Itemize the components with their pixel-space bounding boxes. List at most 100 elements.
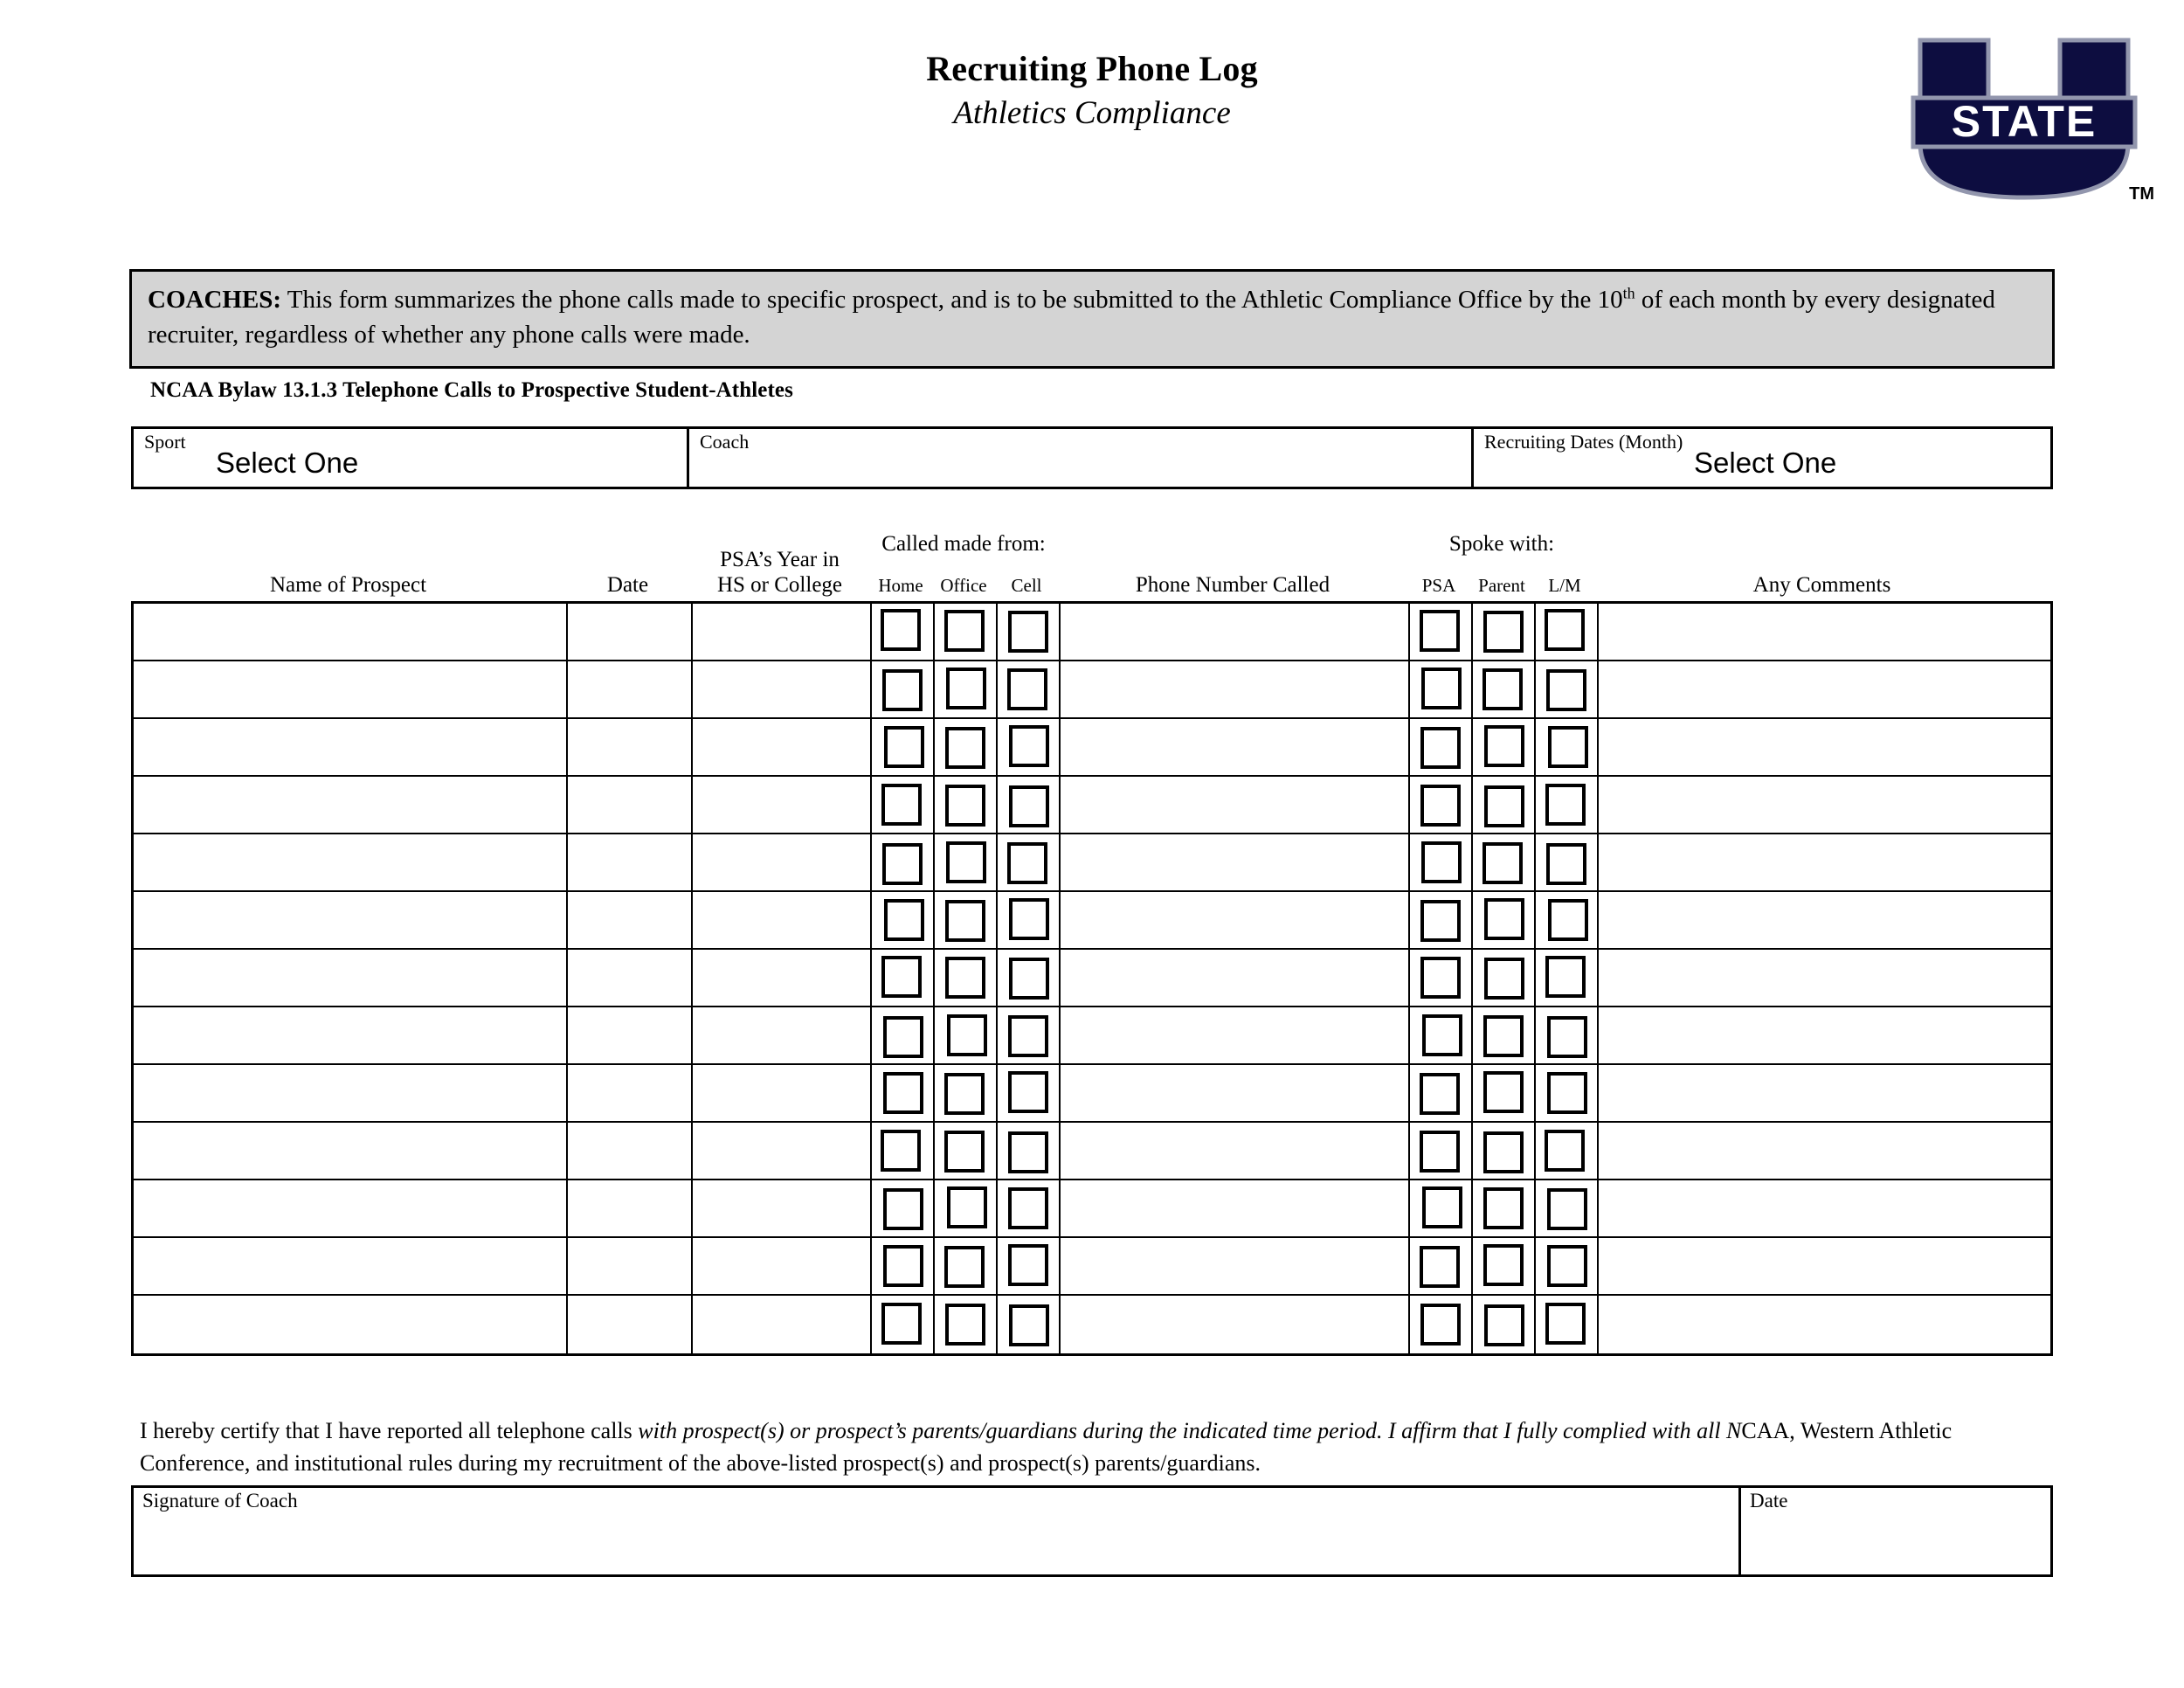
checkbox-home[interactable] bbox=[872, 834, 935, 890]
checkbox-parent-box[interactable] bbox=[1484, 898, 1525, 940]
checkbox-lm-box[interactable] bbox=[1545, 1130, 1585, 1172]
cell-psa-year[interactable] bbox=[693, 777, 872, 833]
cell-date[interactable] bbox=[568, 1296, 693, 1353]
signature-of-coach-field[interactable]: Signature of Coach bbox=[134, 1488, 1741, 1574]
checkbox-psa[interactable] bbox=[1410, 604, 1473, 660]
cell-date[interactable] bbox=[568, 1180, 693, 1236]
sport-select-value[interactable]: Select One bbox=[216, 448, 358, 477]
checkbox-cell-box[interactable] bbox=[1009, 898, 1050, 940]
cell-date[interactable] bbox=[568, 719, 693, 775]
cell-date[interactable] bbox=[568, 1238, 693, 1294]
checkbox-lm-box[interactable] bbox=[1546, 1187, 1587, 1230]
checkbox-home-box[interactable] bbox=[882, 1072, 923, 1114]
checkbox-lm[interactable] bbox=[1536, 1238, 1599, 1294]
checkbox-home[interactable] bbox=[872, 950, 935, 1006]
recruiting-dates-field[interactable]: Recruiting Dates (Month) Select One bbox=[1474, 429, 2050, 487]
checkbox-parent-box[interactable] bbox=[1482, 1186, 1524, 1229]
cell-any-comments[interactable] bbox=[1599, 892, 2050, 948]
checkbox-psa[interactable] bbox=[1410, 950, 1473, 1006]
checkbox-cell-box[interactable] bbox=[1007, 1071, 1048, 1113]
checkbox-psa-box[interactable] bbox=[1420, 610, 1460, 652]
checkbox-office[interactable] bbox=[935, 1007, 998, 1063]
checkbox-lm[interactable] bbox=[1536, 1065, 1599, 1121]
checkbox-parent-box[interactable] bbox=[1482, 1071, 1524, 1113]
checkbox-cell-box[interactable] bbox=[1008, 725, 1049, 767]
cell-psa-year[interactable] bbox=[693, 719, 872, 775]
checkbox-lm[interactable] bbox=[1536, 661, 1599, 717]
checkbox-cell-box[interactable] bbox=[1008, 1244, 1049, 1286]
checkbox-cell[interactable] bbox=[998, 1123, 1061, 1179]
checkbox-psa[interactable] bbox=[1410, 1296, 1473, 1353]
cell-date[interactable] bbox=[568, 834, 693, 890]
cell-psa-year[interactable] bbox=[693, 1296, 872, 1353]
checkbox-office[interactable] bbox=[935, 1238, 998, 1294]
checkbox-parent[interactable] bbox=[1473, 604, 1536, 660]
cell-psa-year[interactable] bbox=[693, 834, 872, 890]
checkbox-office[interactable] bbox=[935, 719, 998, 775]
checkbox-psa-box[interactable] bbox=[1420, 1246, 1461, 1288]
checkbox-lm-box[interactable] bbox=[1546, 668, 1587, 711]
cell-name-of-prospect[interactable] bbox=[134, 1065, 568, 1121]
checkbox-psa[interactable] bbox=[1410, 719, 1473, 775]
checkbox-lm[interactable] bbox=[1536, 604, 1599, 660]
cell-phone-number[interactable] bbox=[1061, 1065, 1410, 1121]
cell-any-comments[interactable] bbox=[1599, 719, 2050, 775]
checkbox-parent-box[interactable] bbox=[1484, 957, 1525, 1000]
checkbox-office[interactable] bbox=[935, 1123, 998, 1179]
checkbox-office-box[interactable] bbox=[946, 1186, 987, 1228]
checkbox-cell[interactable] bbox=[998, 1007, 1061, 1063]
checkbox-office-box[interactable] bbox=[944, 727, 985, 769]
cell-psa-year[interactable] bbox=[693, 1123, 872, 1179]
sport-field[interactable]: Sport Select One bbox=[134, 429, 689, 487]
checkbox-parent-box[interactable] bbox=[1483, 1244, 1524, 1286]
checkbox-office[interactable] bbox=[935, 1180, 998, 1236]
cell-psa-year[interactable] bbox=[693, 950, 872, 1006]
checkbox-parent-box[interactable] bbox=[1483, 1304, 1524, 1346]
checkbox-psa[interactable] bbox=[1410, 834, 1473, 890]
checkbox-office-box[interactable] bbox=[943, 1073, 985, 1115]
cell-date[interactable] bbox=[568, 950, 693, 1006]
checkbox-cell[interactable] bbox=[998, 834, 1061, 890]
checkbox-psa-box[interactable] bbox=[1420, 841, 1462, 883]
cell-phone-number[interactable] bbox=[1061, 719, 1410, 775]
checkbox-home[interactable] bbox=[872, 1123, 935, 1179]
cell-phone-number[interactable] bbox=[1061, 1180, 1410, 1236]
checkbox-cell-box[interactable] bbox=[1007, 668, 1048, 710]
cell-name-of-prospect[interactable] bbox=[134, 1123, 568, 1179]
checkbox-office-box[interactable] bbox=[944, 610, 985, 652]
checkbox-cell[interactable] bbox=[998, 950, 1061, 1006]
checkbox-home[interactable] bbox=[872, 777, 935, 833]
checkbox-parent[interactable] bbox=[1473, 777, 1536, 833]
checkbox-cell-box[interactable] bbox=[1007, 1186, 1048, 1229]
checkbox-parent[interactable] bbox=[1473, 834, 1536, 890]
checkbox-lm[interactable] bbox=[1536, 834, 1599, 890]
checkbox-home-box[interactable] bbox=[884, 899, 925, 941]
cell-any-comments[interactable] bbox=[1599, 777, 2050, 833]
cell-date[interactable] bbox=[568, 1123, 693, 1179]
cell-phone-number[interactable] bbox=[1061, 1296, 1410, 1353]
checkbox-office-box[interactable] bbox=[944, 1303, 985, 1346]
checkbox-lm-box[interactable] bbox=[1547, 1245, 1588, 1287]
cell-name-of-prospect[interactable] bbox=[134, 950, 568, 1006]
checkbox-cell-box[interactable] bbox=[1006, 842, 1047, 884]
checkbox-cell-box[interactable] bbox=[1008, 1304, 1049, 1346]
checkbox-psa[interactable] bbox=[1410, 1180, 1473, 1236]
checkbox-office-box[interactable] bbox=[945, 841, 986, 883]
cell-date[interactable] bbox=[568, 777, 693, 833]
cell-date[interactable] bbox=[568, 1065, 693, 1121]
cell-name-of-prospect[interactable] bbox=[134, 604, 568, 660]
checkbox-cell[interactable] bbox=[998, 1296, 1061, 1353]
checkbox-cell-box[interactable] bbox=[1007, 1014, 1048, 1057]
checkbox-home-box[interactable] bbox=[882, 1187, 923, 1230]
checkbox-lm[interactable] bbox=[1536, 1180, 1599, 1236]
cell-name-of-prospect[interactable] bbox=[134, 777, 568, 833]
cell-any-comments[interactable] bbox=[1599, 834, 2050, 890]
cell-phone-number[interactable] bbox=[1061, 777, 1410, 833]
cell-date[interactable] bbox=[568, 661, 693, 717]
checkbox-home[interactable] bbox=[872, 1238, 935, 1294]
checkbox-cell[interactable] bbox=[998, 604, 1061, 660]
checkbox-psa-box[interactable] bbox=[1421, 1013, 1462, 1056]
checkbox-parent[interactable] bbox=[1473, 1065, 1536, 1121]
checkbox-psa-box[interactable] bbox=[1421, 667, 1462, 709]
cell-any-comments[interactable] bbox=[1599, 1007, 2050, 1063]
